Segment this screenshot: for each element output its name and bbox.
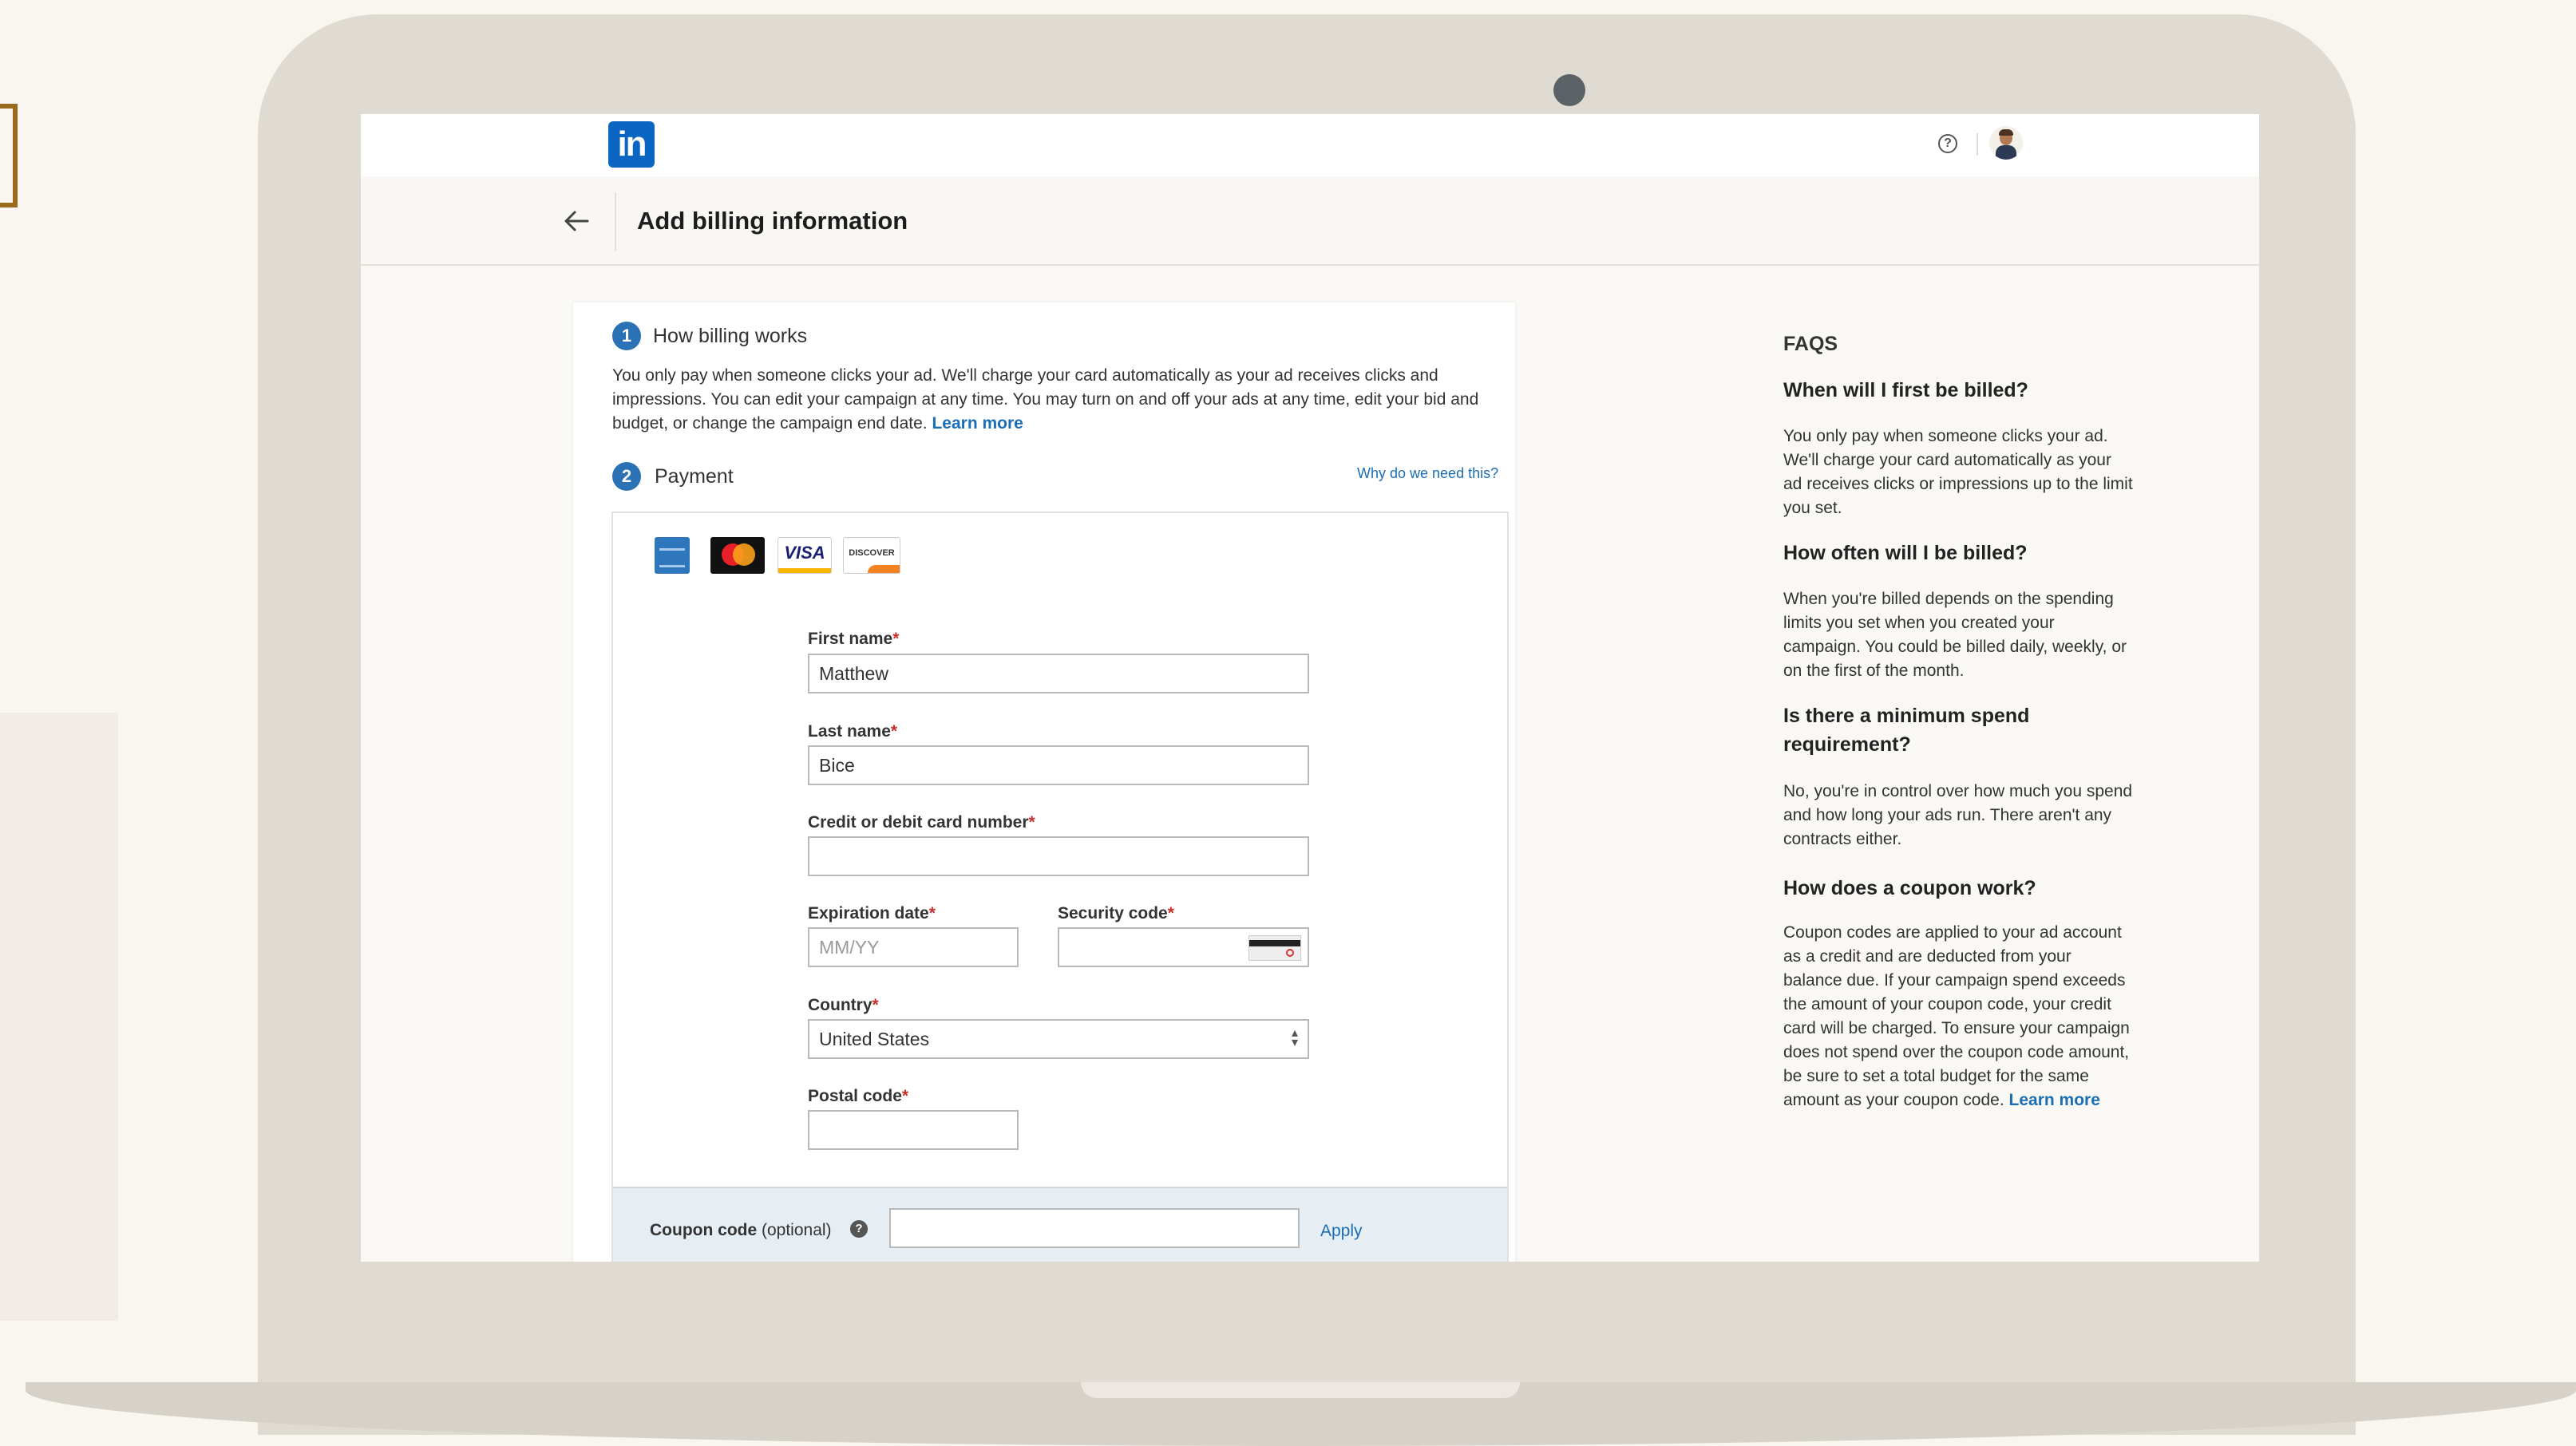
navbar-divider (1977, 133, 1978, 156)
decorative-panel (0, 713, 118, 1321)
faq-heading: FAQS (1783, 333, 1838, 355)
step-1-badge: 1 (612, 322, 641, 350)
laptop-camera (1553, 74, 1585, 106)
top-navbar: in ? (361, 114, 2259, 176)
avatar-hair (1999, 129, 2013, 136)
cvv-card-icon (1248, 935, 1301, 961)
billing-card: 1 How billing works You only pay when so… (573, 302, 2133, 1262)
header-divider (615, 192, 616, 251)
country-label: Country* (808, 996, 879, 1015)
back-arrow-icon[interactable] (560, 205, 592, 237)
country-value: United States (819, 1029, 930, 1049)
security-code-label: Security code* (1058, 904, 1174, 923)
coupon-section: Coupon code (optional) ? Apply (611, 1187, 1509, 1262)
coupon-label-text: Coupon code (650, 1221, 758, 1239)
discover-text: DISCOVER (849, 548, 895, 558)
amex-icon (655, 537, 690, 574)
avatar-shirt (1996, 145, 2016, 160)
discover-swoosh (868, 565, 900, 573)
discover-icon: DISCOVER (843, 537, 900, 574)
required-mark: * (1028, 813, 1035, 832)
faq-question: When will I first be billed? (1783, 379, 2028, 401)
visa-icon: VISA (778, 537, 832, 574)
postal-code-label: Postal code* (808, 1087, 908, 1106)
security-code-input[interactable] (1058, 927, 1309, 967)
decorative-bracket (0, 104, 18, 207)
faq-answer: When you're billed depends on the spendi… (1783, 590, 2127, 680)
last-name-label-text: Last name (808, 722, 891, 741)
faq-answer-text: Coupon codes are applied to your ad acco… (1783, 923, 2130, 1109)
expiration-date-label: Expiration date* (808, 904, 936, 923)
required-mark: * (1167, 904, 1174, 923)
avatar[interactable] (1989, 126, 2023, 160)
coupon-optional-text: (optional) (762, 1221, 832, 1239)
postal-code-input[interactable] (808, 1110, 1019, 1150)
required-mark: * (928, 904, 936, 923)
faq-answer: No, you're in control over how much you … (1783, 782, 2133, 848)
step-2-badge: 2 (612, 462, 641, 491)
apply-coupon-button[interactable]: Apply (1320, 1222, 1363, 1241)
country-label-text: Country (808, 996, 873, 1014)
coupon-label: Coupon code (optional) (650, 1221, 832, 1240)
country-select[interactable]: United States ▴ ▾ (808, 1019, 1309, 1059)
cvv-card-stripe (1249, 940, 1300, 946)
payment-form: First name* Matthew Last name* Bice Cred… (611, 599, 1509, 1188)
security-code-label-text: Security code (1058, 904, 1168, 923)
first-name-label: First name* (808, 630, 899, 649)
select-caret-icon: ▴ ▾ (1291, 1026, 1298, 1049)
faq-question: How often will I be billed? (1783, 542, 2028, 564)
billing-description: You only pay when someone clicks your ad… (612, 364, 1490, 436)
card-number-input[interactable] (808, 836, 1309, 876)
last-name-input[interactable]: Bice (808, 745, 1309, 785)
why-do-we-need-this-link[interactable]: Why do we need this? (1357, 465, 1498, 482)
cvv-card-highlight (1286, 949, 1294, 957)
help-icon[interactable]: ? (1938, 134, 1957, 153)
visa-text: VISA (784, 543, 825, 563)
postal-code-label-text: Postal code (808, 1087, 902, 1105)
expiration-date-label-text: Expiration date (808, 904, 929, 923)
billing-description-text: You only pay when someone clicks your ad… (612, 366, 1479, 433)
first-name-input[interactable]: Matthew (808, 654, 1309, 693)
required-mark: * (892, 630, 900, 648)
mastercard-icon (710, 537, 765, 574)
last-name-label: Last name* (808, 722, 897, 741)
card-number-label-text: Credit or debit card number (808, 813, 1029, 832)
page-title: Add billing information (637, 207, 908, 235)
visa-bar (778, 568, 831, 573)
laptop-base-notch (1081, 1382, 1520, 1398)
billing-section-title: How billing works (653, 325, 808, 347)
faq-question: How does a coupon work? (1783, 877, 2036, 899)
mastercard-yellow-circle (733, 543, 755, 566)
linkedin-logo-icon[interactable]: in (608, 121, 655, 168)
payment-section-title: Payment (655, 465, 734, 488)
faq-answer: You only pay when someone clicks your ad… (1783, 427, 2133, 517)
faq-learn-more-link[interactable]: Learn more (2009, 1091, 2100, 1109)
page-header: Add billing information (361, 176, 2259, 266)
coupon-help-icon[interactable]: ? (850, 1220, 868, 1238)
expiration-date-input[interactable]: MM/YY (808, 927, 1019, 967)
learn-more-link[interactable]: Learn more (932, 414, 1023, 433)
accepted-cards: VISA DISCOVER (611, 512, 1509, 601)
required-mark: * (890, 722, 898, 741)
first-name-label-text: First name (808, 630, 893, 648)
required-mark: * (901, 1087, 909, 1105)
coupon-code-input[interactable] (889, 1208, 1300, 1248)
required-mark: * (872, 996, 879, 1014)
card-number-label: Credit or debit card number* (808, 813, 1035, 832)
faq-answer: Coupon codes are applied to your ad acco… (1783, 921, 2135, 1112)
laptop-screen: in ? Add billing information 1 How billi… (361, 114, 2259, 1262)
faq-question: Is there a minimum spend requirement? (1783, 705, 2030, 756)
